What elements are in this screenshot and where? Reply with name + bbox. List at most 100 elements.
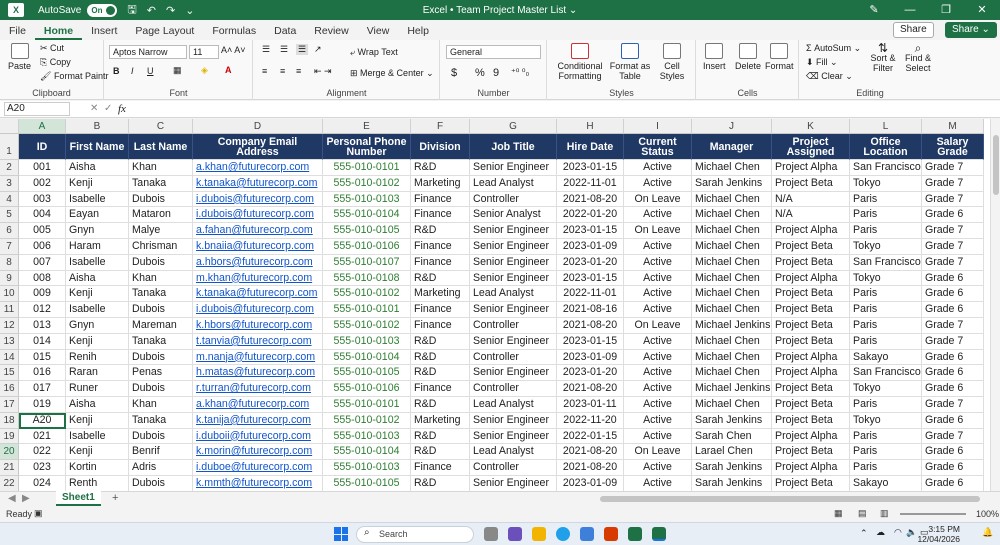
table-cell[interactable]: 555-010-0104 (323, 349, 411, 366)
table-cell[interactable]: Finance (411, 318, 470, 334)
table-cell[interactable]: Finance (411, 381, 470, 397)
table-cell[interactable]: 004 (19, 207, 66, 224)
table-cell[interactable]: Senior Engineer (470, 476, 557, 491)
table-cell[interactable]: Michael Chen (692, 239, 772, 255)
table-cell[interactable]: Controller (470, 381, 557, 397)
table-cell[interactable]: 555-010-0103 (323, 333, 411, 350)
table-cell[interactable]: 555-010-0108 (323, 270, 411, 287)
table-cell[interactable]: Grade 6 (922, 365, 984, 382)
table-cell[interactable]: Isabelle (66, 191, 129, 208)
tab-view[interactable]: View (358, 22, 399, 40)
column-header-g[interactable]: G (470, 119, 557, 134)
fx-icon[interactable]: fx (118, 103, 126, 115)
table-cell[interactable]: Isabelle (66, 428, 129, 445)
table-cell[interactable]: Penas (129, 365, 193, 382)
table-cell[interactable]: Runer (66, 381, 129, 397)
table-cell[interactable]: Project Beta (772, 397, 850, 413)
row-header-10[interactable]: 10 (0, 286, 19, 303)
table-cell[interactable]: Grade 7 (922, 397, 984, 413)
orientation-icon[interactable]: ↗ (314, 44, 322, 55)
table-cell[interactable]: 2023-01-15 (557, 270, 624, 287)
table-cell[interactable]: 2023-01-20 (557, 254, 624, 271)
email-link-cell[interactable]: i.duboe@futurecorp.com (193, 460, 323, 476)
table-cell[interactable]: R&D (411, 428, 470, 445)
table-cell[interactable]: Mataron (129, 207, 193, 224)
table-header-cell[interactable]: Salary Grade (922, 134, 984, 160)
email-link-cell[interactable]: k.tanaka@futurecorp.com (193, 175, 323, 192)
table-cell[interactable]: Michael Jenkins (692, 381, 772, 397)
column-header-b[interactable]: B (66, 119, 129, 134)
email-link-cell[interactable]: i.dubois@futurecorp.com (193, 302, 323, 318)
table-cell[interactable]: 555-010-0104 (323, 207, 411, 224)
wrap-text-button[interactable]: ⤶ Wrap Text (350, 47, 398, 58)
table-cell[interactable]: Project Beta (772, 381, 850, 397)
autosum-button[interactable]: Σ AutoSum ⌄ (806, 43, 861, 54)
tab-review[interactable]: Review (305, 22, 357, 40)
table-cell[interactable]: 013 (19, 318, 66, 334)
prev-sheet-icon[interactable]: ◀ (8, 493, 16, 504)
table-cell[interactable]: Paris (850, 207, 922, 224)
table-cell[interactable]: Michael Chen (692, 207, 772, 224)
table-cell[interactable]: Grade 6 (922, 286, 984, 303)
table-cell[interactable]: Grade 7 (922, 239, 984, 255)
table-cell[interactable]: Kortin (66, 460, 129, 476)
table-cell[interactable]: 555-010-0103 (323, 460, 411, 476)
find-select-button[interactable]: ⌕ Find & Select (902, 42, 934, 73)
table-cell[interactable]: 555-010-0105 (323, 365, 411, 382)
column-header-i[interactable]: I (624, 119, 692, 134)
table-cell[interactable]: Kenji (66, 444, 129, 461)
table-cell[interactable]: 2023-01-15 (557, 333, 624, 350)
table-cell[interactable]: 2021-08-20 (557, 444, 624, 461)
table-cell[interactable]: 555-010-0101 (323, 397, 411, 413)
table-cell[interactable]: Finance (411, 191, 470, 208)
table-cell[interactable]: Active (624, 160, 692, 176)
table-cell[interactable]: Grade 7 (922, 175, 984, 192)
table-cell[interactable]: Tokyo (850, 175, 922, 192)
table-cell[interactable]: 2021-08-16 (557, 302, 624, 318)
table-cell[interactable]: Project Alpha (772, 223, 850, 239)
notification-icon[interactable]: 🔔 (982, 527, 993, 538)
table-cell[interactable]: Grade 6 (922, 381, 984, 397)
email-link-cell[interactable]: i.duboii@futurecorp.com (193, 428, 323, 445)
table-cell[interactable]: Tokyo (850, 239, 922, 255)
table-cell[interactable]: Project Beta (772, 412, 850, 429)
table-cell[interactable]: Paris (850, 302, 922, 318)
borders-icon[interactable]: ▦ (173, 65, 182, 76)
table-cell[interactable]: A20 (19, 412, 66, 429)
table-cell[interactable]: Grade 7 (922, 223, 984, 239)
table-cell[interactable]: Active (624, 365, 692, 382)
table-cell[interactable]: Grade 6 (922, 460, 984, 476)
table-cell[interactable]: Tanaka (129, 412, 193, 429)
table-cell[interactable]: Active (624, 333, 692, 350)
table-cell[interactable]: Paris (850, 223, 922, 239)
store-icon[interactable] (580, 527, 594, 541)
sheet-tab-sheet1[interactable]: Sheet1 (56, 491, 101, 506)
column-header-j[interactable]: J (692, 119, 772, 134)
row-header-1[interactable]: 1 (0, 134, 19, 160)
table-cell[interactable]: Senior Engineer (470, 302, 557, 318)
table-cell[interactable]: 2021-08-20 (557, 191, 624, 208)
table-cell[interactable]: Project Alpha (772, 270, 850, 287)
tab-help[interactable]: Help (398, 22, 438, 40)
table-cell[interactable]: Project Beta (772, 302, 850, 318)
table-cell[interactable]: San Francisco (850, 160, 922, 176)
table-cell[interactable]: Senior Engineer (470, 254, 557, 271)
table-cell[interactable]: Active (624, 397, 692, 413)
conditional-formatting-button[interactable]: Conditional Formatting (556, 43, 604, 81)
table-cell[interactable]: Project Beta (772, 239, 850, 255)
table-cell[interactable]: Michael Chen (692, 191, 772, 208)
table-cell[interactable]: 015 (19, 349, 66, 366)
table-header-cell[interactable]: Office Location (850, 134, 922, 160)
table-cell[interactable]: Active (624, 302, 692, 318)
table-cell[interactable]: 2022-11-01 (557, 286, 624, 303)
table-cell[interactable]: Dubois (129, 428, 193, 445)
column-header-k[interactable]: K (772, 119, 850, 134)
wifi-icon[interactable]: ◠ (894, 527, 902, 538)
vertical-scroll-thumb[interactable] (993, 135, 999, 195)
tab-data[interactable]: Data (265, 22, 305, 40)
table-cell[interactable]: Paris (850, 318, 922, 334)
table-cell[interactable]: Paris (850, 286, 922, 303)
table-cell[interactable]: Grade 7 (922, 254, 984, 271)
grow-font-icon[interactable]: A˄ A˅ (221, 45, 246, 55)
cancel-icon[interactable]: ✕ (90, 103, 98, 114)
